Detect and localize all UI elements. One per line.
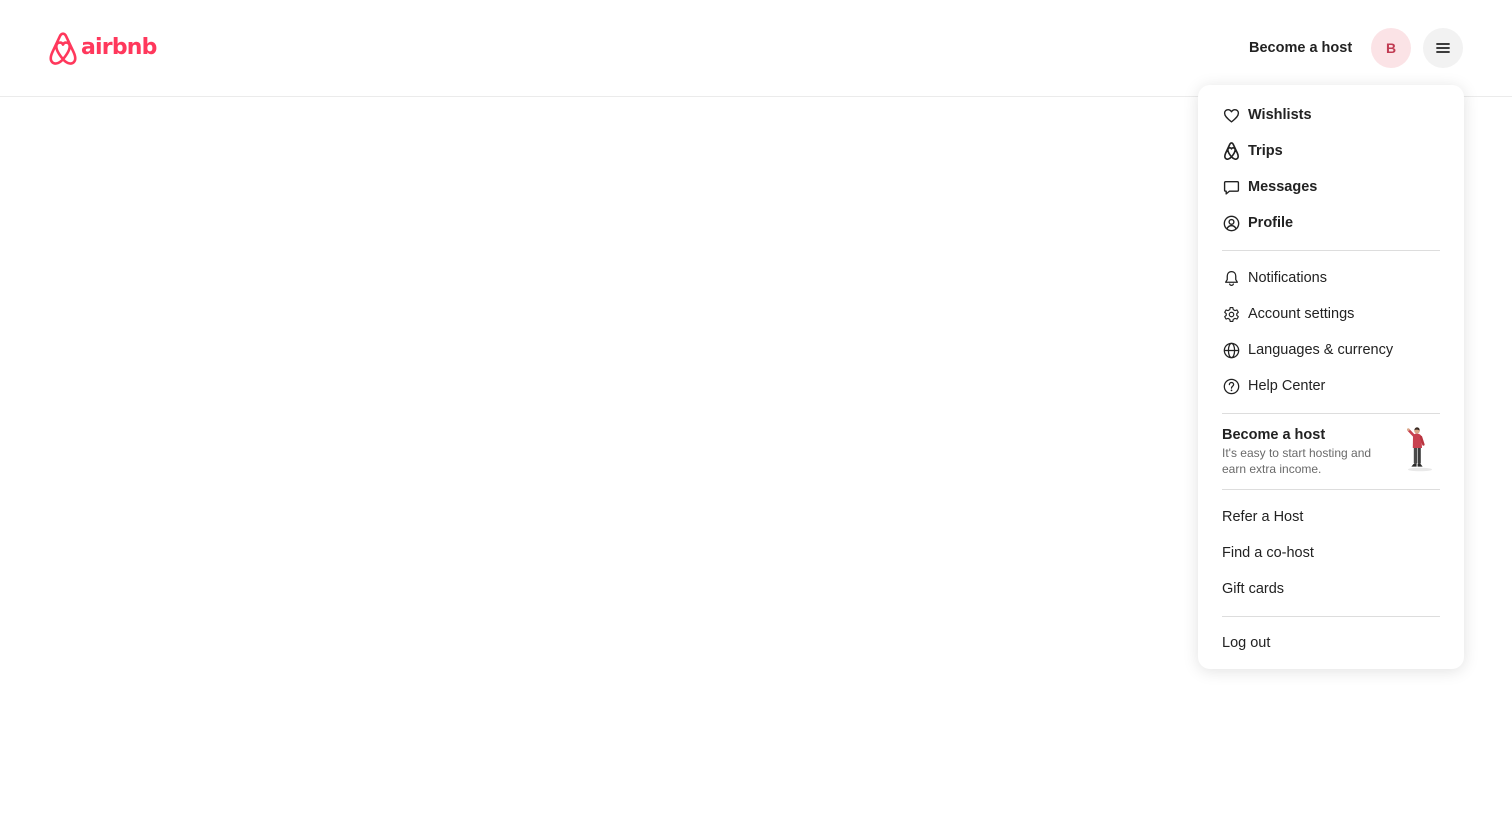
menu-item-label: Profile	[1248, 215, 1294, 231]
become-a-host-promo[interactable]: Become a host It's easy to start hosting…	[1222, 414, 1440, 489]
airbnb-logo-icon	[49, 31, 77, 65]
menu-item-label: Log out	[1222, 635, 1271, 651]
menu-item-help-center[interactable]: Help Center	[1222, 368, 1440, 404]
menu-item-messages[interactable]: Messages	[1222, 169, 1440, 205]
host-promo-text: Become a host It's easy to start hosting…	[1222, 427, 1392, 477]
menu-item-label: Refer a Host	[1222, 509, 1304, 525]
menu-item-label: Trips	[1248, 143, 1283, 159]
menu-item-label: Help Center	[1248, 378, 1326, 394]
brand-name: airbnb	[81, 34, 157, 60]
top-header: airbnb Become a host B	[0, 0, 1512, 97]
menu-item-gift-cards[interactable]: Gift cards	[1222, 571, 1440, 607]
menu-item-label: Notifications	[1248, 270, 1327, 286]
menu-item-label: Languages & currency	[1248, 342, 1394, 358]
gear-icon	[1222, 305, 1240, 323]
menu-item-wishlists[interactable]: Wishlists	[1222, 97, 1440, 133]
menu-item-label: Messages	[1248, 179, 1318, 195]
menu-item-languages-currency[interactable]: Languages & currency	[1222, 332, 1440, 368]
menu-item-trips[interactable]: Trips	[1222, 133, 1440, 169]
menu-item-label: Account settings	[1248, 306, 1355, 322]
menu-item-notifications[interactable]: Notifications	[1222, 260, 1440, 296]
menu-item-account-settings[interactable]: Account settings	[1222, 296, 1440, 332]
airbnb-logo-link[interactable]: airbnb	[48, 31, 157, 65]
menu-item-find-a-co-host[interactable]: Find a co-host	[1222, 535, 1440, 571]
host-illustration-icon	[1407, 427, 1432, 472]
menu-divider	[1222, 250, 1440, 251]
airbnb-logo-icon	[1222, 142, 1240, 160]
main-menu-button[interactable]	[1423, 28, 1463, 68]
message-icon	[1222, 178, 1240, 196]
menu-item-log-out[interactable]: Log out	[1222, 625, 1440, 661]
globe-icon	[1222, 341, 1240, 359]
question-circle-icon	[1222, 377, 1240, 395]
heart-icon	[1222, 106, 1240, 124]
menu-item-profile[interactable]: Profile	[1222, 205, 1440, 241]
user-avatar-button[interactable]: B	[1371, 28, 1411, 68]
menu-divider	[1222, 616, 1440, 617]
user-menu-dropdown: Wishlists Trips Messages Profile Notific…	[1198, 85, 1464, 669]
hamburger-icon	[1436, 43, 1450, 53]
host-promo-title: Become a host	[1222, 427, 1326, 443]
become-a-host-link[interactable]: Become a host	[1234, 30, 1367, 66]
menu-item-label: Wishlists	[1248, 107, 1312, 123]
menu-item-refer-a-host[interactable]: Refer a Host	[1222, 499, 1440, 535]
menu-divider	[1222, 489, 1440, 490]
avatar-initial: B	[1385, 40, 1397, 56]
bell-icon	[1222, 269, 1240, 287]
menu-item-label: Find a co-host	[1222, 545, 1314, 561]
menu-item-label: Gift cards	[1222, 581, 1285, 597]
user-circle-icon	[1222, 214, 1240, 232]
host-promo-subtitle: It's easy to start hosting and earn extr…	[1222, 446, 1372, 476]
